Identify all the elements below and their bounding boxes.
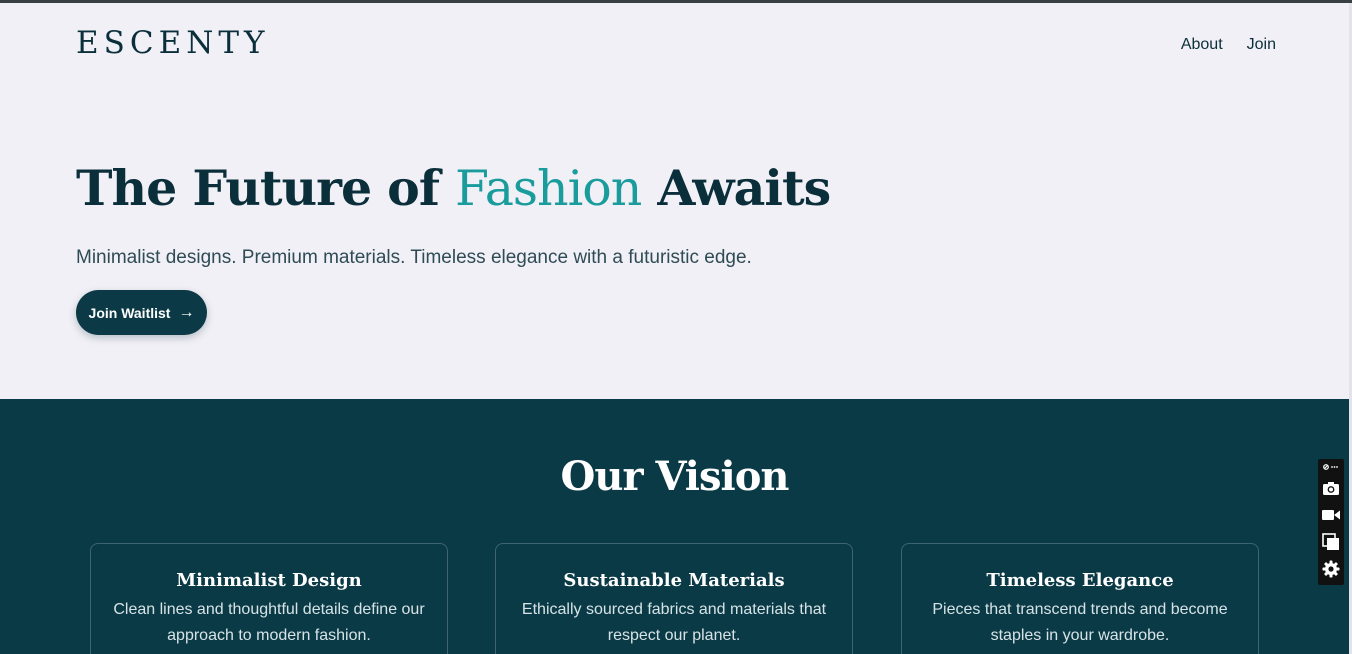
logo[interactable]: ESCENTY [76,25,269,61]
vision-card-sustainable: Sustainable Materials Ethically sourced … [495,543,853,654]
hero-section: The Future of Fashion Awaits Minimalist … [0,87,1352,399]
nav-link-about[interactable]: About [1181,36,1223,54]
vision-card-title: Minimalist Design [176,570,362,591]
vision-title: Our Vision [560,453,790,500]
hero-title-accent: Fashion [455,160,642,217]
vision-card-text: Pieces that transcend trends and become … [932,601,1228,644]
camera-icon[interactable] [1318,474,1344,501]
vision-card-text: Ethically sourced fabrics and materials … [521,601,827,644]
hero-title-part2: Awaits [641,159,831,217]
join-waitlist-label: Join Waitlist [88,304,171,321]
vision-card-minimalist: Minimalist Design Clean lines and though… [90,543,448,654]
gear-icon[interactable] [1318,555,1344,582]
vision-section: Our Vision Minimalist Design Clean lines… [0,399,1349,654]
arrow-right-icon: → [178,303,195,321]
copy-icon[interactable] [1318,528,1344,555]
video-icon[interactable] [1318,501,1344,528]
link-more-icon[interactable] [1318,459,1344,474]
site-header: ESCENTY About Join [0,3,1352,87]
join-waitlist-button[interactable]: Join Waitlist → [76,290,207,335]
hero-title-part1: The Future of [76,159,456,217]
vision-card-title: Sustainable Materials [563,570,785,591]
hero-subtitle: Minimalist designs. Premium materials. T… [76,247,752,268]
hero-title: The Future of Fashion Awaits [76,159,831,217]
vision-card-timeless: Timeless Elegance Pieces that transcend … [901,543,1259,654]
floating-toolbar [1318,459,1344,585]
vision-card-title: Timeless Elegance [986,570,1174,591]
nav-link-join[interactable]: Join [1247,36,1276,54]
vision-card-text: Clean lines and thoughtful details defin… [113,601,425,644]
main-nav: About Join [1181,36,1276,54]
